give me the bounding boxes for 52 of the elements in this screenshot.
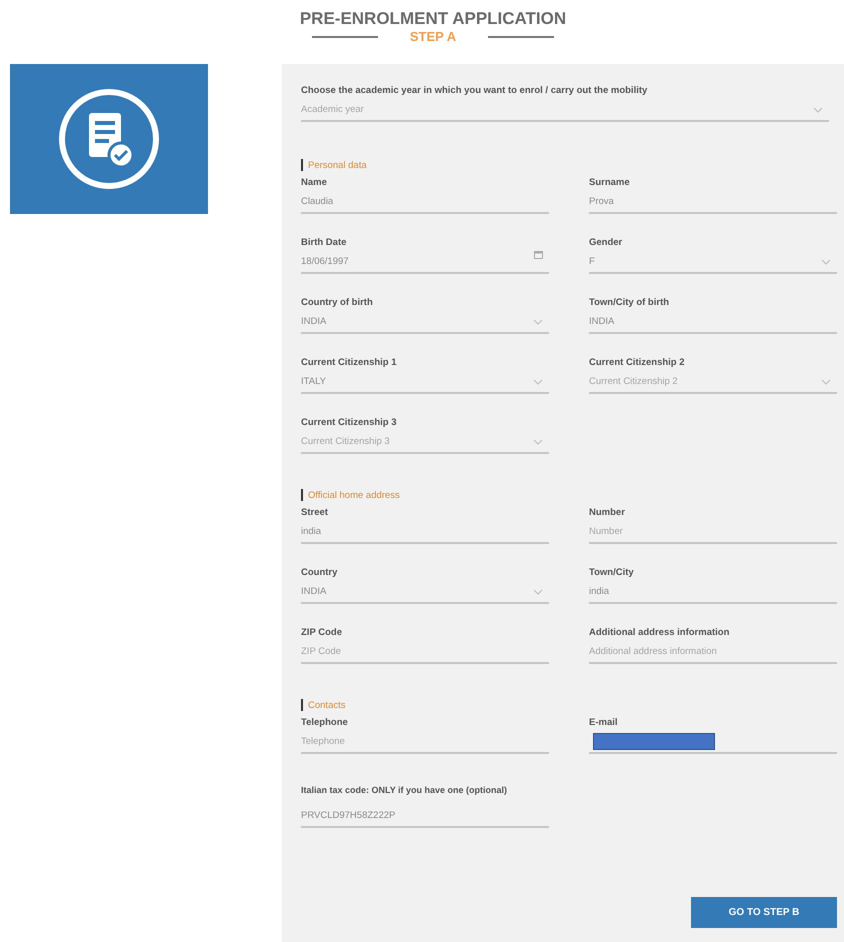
field-label: Birth Date — [301, 236, 348, 250]
chevron-icon — [533, 439, 543, 445]
field-label: Telephone — [301, 716, 349, 730]
select-field[interactable]: Current Citizenship 3 — [301, 430, 549, 454]
input-field[interactable]: PRVCLD97H58Z222P — [301, 804, 549, 828]
field-label: Current Citizenship 3 — [301, 416, 398, 430]
field-label: Number — [589, 506, 626, 520]
input-field[interactable] — [589, 730, 837, 754]
input-field[interactable]: Additional address information — [589, 640, 837, 664]
field-label: Choose the academic year in which you want to enrol / carry out the mobility — [301, 84, 648, 98]
field-label: ZIP Code — [301, 626, 343, 640]
input-field[interactable]: Prova — [589, 190, 837, 214]
chevron-icon — [821, 259, 831, 265]
section-heading: Contacts — [308, 700, 346, 710]
input-field[interactable]: INDIA — [589, 310, 837, 334]
chevron-icon — [821, 379, 831, 385]
step-label: STEP A — [410, 29, 456, 44]
field-label: Country — [301, 566, 338, 580]
input-field[interactable]: india — [301, 520, 549, 544]
document-check-icon — [57, 87, 161, 191]
field-label: Country of birth — [301, 296, 374, 310]
select-field[interactable]: Current Citizenship 2 — [589, 370, 837, 394]
select-field[interactable]: INDIA — [301, 580, 549, 604]
input-field[interactable]: india — [589, 580, 837, 604]
date-field[interactable]: 18/06/1997 — [301, 250, 549, 274]
section-heading: Official home address — [308, 490, 400, 500]
field-label: Additional address information — [589, 626, 730, 640]
field-label: Street — [301, 506, 329, 520]
input-field[interactable]: Telephone — [301, 730, 549, 754]
input-field[interactable]: Claudia — [301, 190, 549, 214]
field-label: Italian tax code: ONLY if you have one (optional) — [301, 784, 508, 797]
chevron-icon — [533, 379, 543, 385]
field-label: Town/City of birth — [589, 296, 670, 310]
field-label: Surname — [589, 176, 631, 190]
field-label: Current Citizenship 2 — [589, 356, 686, 370]
field-label: Town/City — [589, 566, 635, 580]
chevron-icon — [533, 589, 543, 595]
input-field[interactable]: ZIP Code — [301, 640, 549, 664]
select-field[interactable]: Academic year — [301, 98, 829, 122]
chevron-icon — [533, 319, 543, 325]
select-field[interactable]: F — [589, 250, 837, 274]
select-field[interactable]: INDIA — [301, 310, 549, 334]
field-label: Current Citizenship 1 — [301, 356, 398, 370]
field-label: Name — [301, 176, 328, 190]
next-step-button[interactable]: GO TO STEP B — [691, 897, 837, 928]
field-label: Gender — [589, 236, 624, 250]
chevron-icon — [813, 107, 823, 113]
field-label: E-mail — [589, 716, 619, 730]
page-title: PRE-ENROLMENT APPLICATION — [300, 9, 566, 29]
section-heading: Personal data — [308, 160, 367, 170]
input-field[interactable]: Number — [589, 520, 837, 544]
select-field[interactable]: ITALY — [301, 370, 549, 394]
